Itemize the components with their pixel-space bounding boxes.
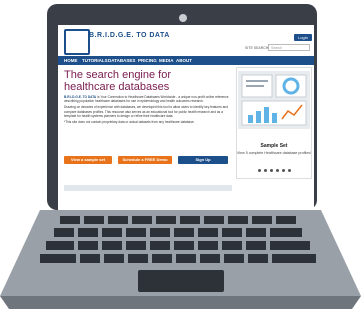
schedule-demo-button[interactable]: Schedule a FREE Demo bbox=[118, 156, 172, 164]
carousel-dot[interactable] bbox=[270, 169, 273, 172]
sample-set-image[interactable] bbox=[238, 71, 310, 129]
hero-paragraph-3: *This site does not contain proprietary … bbox=[64, 120, 195, 125]
hero-paragraph-2: Drawing on decades of experience with da… bbox=[64, 105, 228, 118]
nav-item-about[interactable]: ABOUT bbox=[176, 57, 192, 64]
sample-set-subtitle: View 5 complete Healthcare database prof… bbox=[236, 151, 312, 155]
dashboard-illustration-icon bbox=[241, 74, 307, 126]
login-button[interactable]: Login bbox=[294, 34, 312, 41]
carousel-dot[interactable] bbox=[258, 169, 261, 172]
site-header: B.R.I.D.G.E. TO DATA Login SITE SEARCH S… bbox=[58, 25, 314, 55]
carousel-dot[interactable] bbox=[282, 169, 285, 172]
nav-item-home[interactable]: HOME bbox=[64, 57, 78, 64]
sign-up-button[interactable]: Sign Up bbox=[178, 156, 228, 164]
hero-description: B.R.I.D.G.E. TO DATA is Your Connection … bbox=[64, 95, 232, 124]
laptop-screen: B.R.I.D.G.E. TO DATA Login SITE SEARCH S… bbox=[58, 25, 314, 215]
sample-set-title: Sample Set bbox=[260, 143, 288, 149]
carousel-dot[interactable] bbox=[264, 169, 267, 172]
search-label: SITE SEARCH bbox=[245, 46, 269, 50]
nav-item-tutorials[interactable]: TUTORIALS bbox=[82, 57, 108, 64]
site-logo-text[interactable]: B.R.I.D.G.E. TO DATA bbox=[89, 32, 170, 40]
carousel-dot[interactable] bbox=[276, 169, 279, 172]
content-strip bbox=[64, 185, 232, 191]
hero-intro: B.R.I.D.G.E. TO DATA is Your Connection … bbox=[64, 95, 232, 103]
hero-title: The search engine for healthcare databas… bbox=[64, 69, 172, 93]
webcam-icon bbox=[179, 14, 187, 22]
bridge-logo-icon[interactable] bbox=[64, 29, 90, 55]
main-nav: HOME TUTORIALS DATABASES PRICING MEDIA A… bbox=[58, 56, 314, 65]
nav-item-pricing[interactable]: PRICING bbox=[138, 57, 157, 64]
nav-item-media[interactable]: MEDIA bbox=[159, 57, 174, 64]
carousel-dot[interactable] bbox=[288, 169, 291, 172]
trackpad[interactable] bbox=[138, 270, 224, 292]
view-sample-button[interactable]: View a sample set bbox=[64, 156, 112, 164]
laptop-keyboard-base bbox=[0, 210, 361, 309]
nav-item-databases[interactable]: DATABASES bbox=[108, 57, 135, 64]
search-input[interactable]: Search bbox=[268, 44, 310, 51]
